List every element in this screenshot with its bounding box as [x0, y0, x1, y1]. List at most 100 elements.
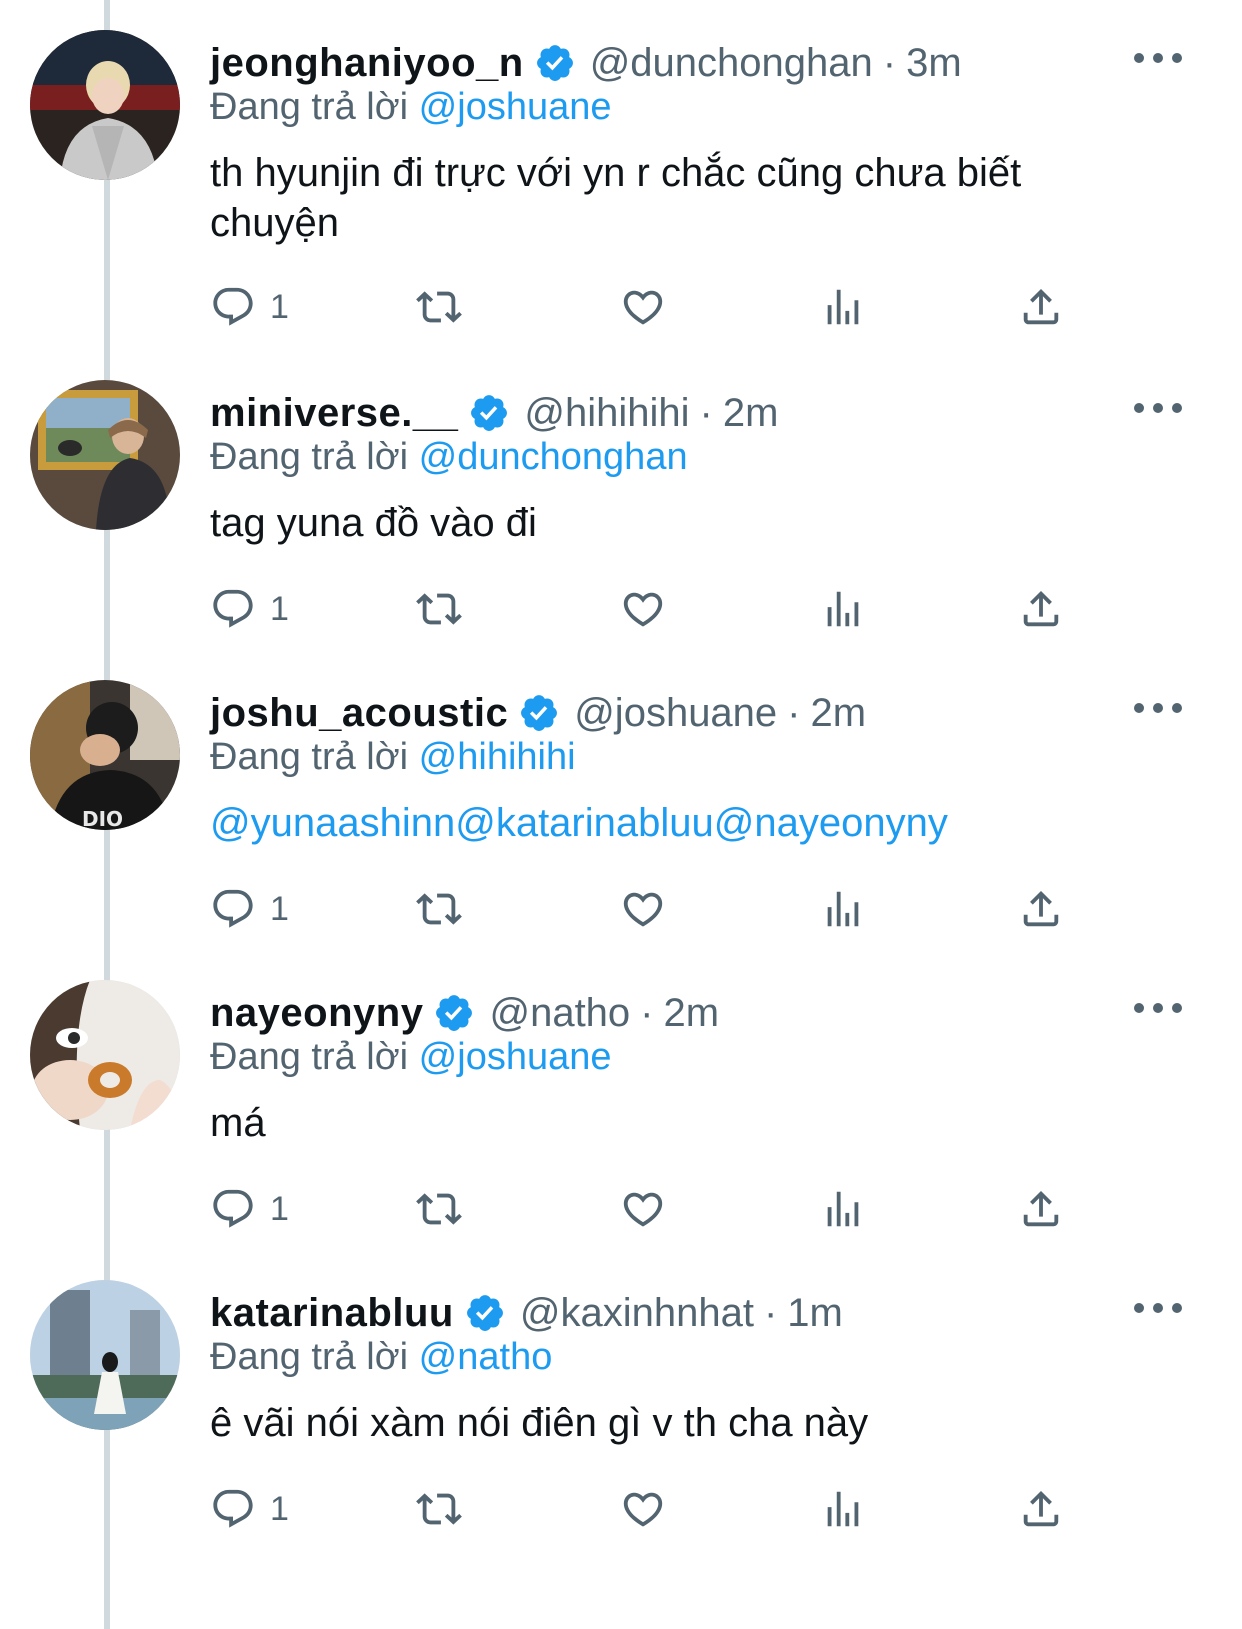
user-handle[interactable]: @dunchonghan	[590, 41, 873, 86]
tweet-header: nayeonyny @natho · 2m	[210, 986, 719, 1040]
tweet-header: miniverse.__ @hihihihi · 2m	[210, 386, 778, 440]
tweet-text: ê vãi nói xàm nói điên gì v th cha này	[210, 1401, 869, 1445]
verified-badge-icon	[464, 1292, 506, 1334]
like-button[interactable]	[620, 884, 666, 934]
display-name[interactable]: miniverse.__	[210, 391, 458, 436]
share-icon	[1023, 890, 1059, 927]
views-button[interactable]	[820, 884, 866, 934]
more-icon[interactable]	[1134, 1296, 1182, 1320]
timestamp[interactable]: 2m	[664, 991, 720, 1036]
mention-link[interactable]: @joshuane	[419, 86, 612, 128]
tweet-actions: 1	[210, 884, 1110, 934]
replying-prefix: Đang trả lời	[210, 86, 409, 128]
retweet-button[interactable]	[416, 584, 462, 634]
tweet[interactable]: katarinabluu @kaxinhnhat · 1m Đang trả l…	[0, 1250, 1242, 1550]
mention-link[interactable]: @hihihihi	[419, 736, 576, 778]
reply-count: 1	[270, 889, 289, 928]
views-button[interactable]	[820, 1184, 866, 1234]
views-icon	[827, 591, 859, 627]
like-icon	[623, 892, 663, 927]
timestamp[interactable]: 1m	[787, 1291, 843, 1336]
reply-button[interactable]: 1	[210, 584, 289, 634]
retweet-button[interactable]	[416, 1184, 462, 1234]
like-button[interactable]	[620, 1184, 666, 1234]
tweet[interactable]: jeonghaniyoo_n @dunchonghan · 3m Đang tr…	[0, 0, 1242, 326]
avatar[interactable]	[30, 30, 180, 180]
more-icon[interactable]	[1134, 46, 1182, 70]
verified-badge-icon	[433, 992, 475, 1034]
like-button[interactable]	[620, 1484, 666, 1534]
timestamp[interactable]: 3m	[906, 41, 962, 86]
avatar-image	[30, 380, 180, 530]
avatar[interactable]	[30, 380, 180, 530]
display-name[interactable]: joshu_acoustic	[210, 691, 508, 736]
more-icon[interactable]	[1134, 696, 1182, 720]
views-icon	[827, 1491, 859, 1527]
display-name[interactable]: jeonghaniyoo_n	[210, 41, 524, 86]
tweet-header: jeonghaniyoo_n @dunchonghan · 3m	[210, 36, 962, 90]
tweet-header: joshu_acoustic @joshuane · 2m	[210, 686, 866, 740]
share-button[interactable]	[1018, 1484, 1064, 1534]
replying-prefix: Đang trả lời	[210, 436, 409, 478]
tweet-mentions[interactable]: @yunaashinn@katarinabluu@nayeonyny	[210, 798, 1130, 848]
reply-button[interactable]: 1	[210, 1484, 289, 1534]
tweet-actions: 1	[210, 584, 1110, 634]
share-icon	[1023, 288, 1059, 325]
separator-dot: ·	[640, 990, 654, 1035]
timestamp[interactable]: 2m	[811, 691, 867, 736]
avatar-image	[30, 1280, 180, 1430]
tweet[interactable]: nayeonyny @natho · 2m Đang trả lời @josh…	[0, 950, 1242, 1250]
display-name[interactable]: katarinabluu	[210, 1291, 454, 1336]
tweet[interactable]: DIO joshu_acoustic @joshuane · 2m Đang t…	[0, 650, 1242, 950]
mention-link[interactable]: @dunchonghan	[419, 436, 688, 478]
retweet-button[interactable]	[416, 1484, 462, 1534]
separator-dot: ·	[699, 390, 713, 435]
retweet-icon	[416, 593, 462, 625]
retweet-button[interactable]	[416, 282, 462, 332]
retweet-button[interactable]	[416, 884, 462, 934]
views-button[interactable]	[820, 1484, 866, 1534]
views-icon	[827, 891, 859, 927]
timestamp[interactable]: 2m	[723, 391, 779, 436]
views-button[interactable]	[820, 584, 866, 634]
share-button[interactable]	[1018, 584, 1064, 634]
user-handle[interactable]: @joshuane	[574, 691, 777, 736]
share-button[interactable]	[1018, 884, 1064, 934]
reply-button[interactable]: 1	[210, 1184, 289, 1234]
replying-prefix: Đang trả lời	[210, 1336, 409, 1378]
avatar[interactable]	[30, 1280, 180, 1430]
user-handle[interactable]: @hihihihi	[524, 391, 689, 436]
more-icon[interactable]	[1134, 996, 1182, 1020]
mention-link[interactable]: @natho	[419, 1336, 553, 1378]
avatar[interactable]	[30, 980, 180, 1130]
display-name[interactable]: nayeonyny	[210, 991, 423, 1036]
user-handle[interactable]: @natho	[489, 991, 630, 1036]
like-icon	[623, 1192, 663, 1227]
like-button[interactable]	[620, 282, 666, 332]
retweet-icon	[416, 1493, 462, 1525]
replying-to: Đang trả lời @joshuane	[210, 86, 612, 129]
mention-link[interactable]: @joshuane	[419, 1036, 612, 1078]
tweet-actions: 1	[210, 1184, 1110, 1234]
avatar-image	[30, 980, 180, 1130]
tweet[interactable]: miniverse.__ @hihihihi · 2m Đang trả lời…	[0, 350, 1242, 650]
avatar[interactable]: DIO	[30, 680, 180, 830]
user-handle[interactable]: @kaxinhnhat	[520, 1291, 754, 1336]
like-icon	[623, 592, 663, 627]
views-button[interactable]	[820, 282, 866, 332]
like-button[interactable]	[620, 584, 666, 634]
reply-icon	[213, 889, 253, 928]
replying-prefix: Đang trả lời	[210, 736, 409, 778]
replying-prefix: Đang trả lời	[210, 1036, 409, 1078]
separator-dot: ·	[787, 690, 801, 735]
share-button[interactable]	[1018, 282, 1064, 332]
avatar-image: DIO	[30, 680, 180, 830]
share-button[interactable]	[1018, 1184, 1064, 1234]
more-icon[interactable]	[1134, 396, 1182, 420]
share-icon	[1023, 1490, 1059, 1527]
retweet-icon	[416, 291, 462, 323]
reply-button[interactable]: 1	[210, 884, 289, 934]
avatar-image	[30, 30, 180, 180]
reply-button[interactable]: 1	[210, 282, 289, 332]
reply-icon	[213, 589, 253, 628]
